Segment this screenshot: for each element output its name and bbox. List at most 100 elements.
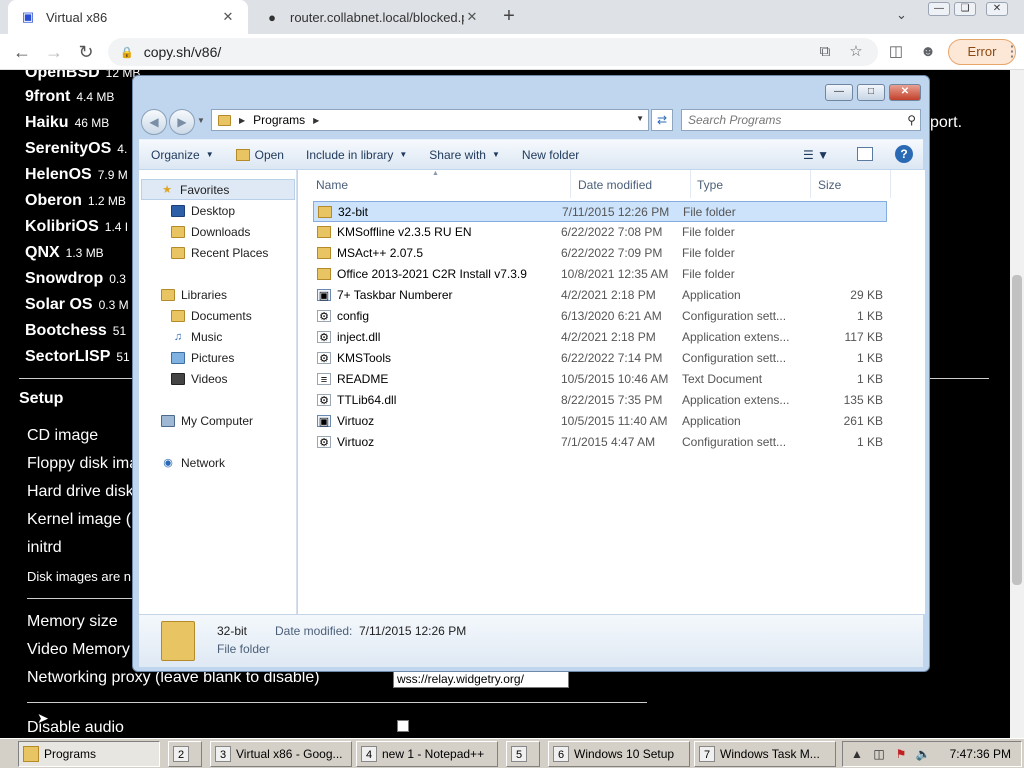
- forward-arrow-icon[interactable]: →: [44, 42, 64, 62]
- os-link[interactable]: Bootchess 51: [25, 322, 126, 340]
- column-divider[interactable]: [810, 170, 811, 198]
- file-row[interactable]: ▣ Virtuoz 10/5/2015 11:40 AM Application 261…: [313, 411, 887, 432]
- setup-label: Hard drive disk: [27, 483, 134, 500]
- close-icon[interactable]: ✕: [464, 9, 480, 25]
- share-icon[interactable]: ⧉: [815, 43, 835, 63]
- back-arrow-icon[interactable]: ◀: [141, 109, 167, 135]
- taskbar-button-2[interactable]: 2: [168, 741, 202, 767]
- file-row[interactable]: MSAct++ 2.07.5 6/22/2022 7:09 PM File fold…: [313, 243, 887, 264]
- os-link[interactable]: SerenityOS 4.: [25, 140, 127, 158]
- volume-icon[interactable]: 🔈: [915, 747, 931, 761]
- os-link[interactable]: Haiku 46 MB: [25, 114, 109, 132]
- column-header-name[interactable]: Name: [316, 178, 348, 192]
- nav-downloads[interactable]: Downloads: [171, 225, 250, 239]
- clock[interactable]: 7:47:36 PM: [950, 747, 1011, 761]
- column-header-size[interactable]: Size: [818, 178, 841, 192]
- file-row[interactable]: ⚙ TTLib64.dll 8/22/2015 7:35 PM Application…: [313, 390, 887, 411]
- search-icon[interactable]: ⚲: [907, 110, 916, 130]
- os-link[interactable]: 9front 4.4 MB: [25, 88, 114, 106]
- star-icon[interactable]: ☆: [846, 43, 866, 63]
- nav-pictures[interactable]: Pictures: [171, 351, 234, 365]
- new-tab-button[interactable]: +: [498, 6, 520, 28]
- chevron-down-icon[interactable]: ▼: [636, 114, 644, 123]
- forward-arrow-icon[interactable]: ▶: [169, 109, 195, 135]
- recent-pages-chevron-icon[interactable]: ▼: [197, 116, 205, 125]
- taskbar-button-task-manager[interactable]: 7 Windows Task M...: [694, 741, 836, 767]
- breadcrumb[interactable]: Programs: [253, 113, 305, 127]
- view-options-icon[interactable]: ☰ ▼: [803, 148, 829, 162]
- profile-icon[interactable]: ☻: [918, 43, 938, 63]
- taskbar-button-chrome[interactable]: 3 Virtual x86 - Goog...: [210, 741, 352, 767]
- close-icon[interactable]: ✕: [220, 9, 236, 25]
- nav-documents[interactable]: Documents: [171, 309, 252, 323]
- column-header-type[interactable]: Type: [697, 178, 723, 192]
- file-row[interactable]: ▣ 7+ Taskbar Numberer 4/2/2021 2:18 PM Appl…: [313, 285, 887, 306]
- os-link[interactable]: KolibriOS 1.4 I: [25, 218, 128, 236]
- reload-icon[interactable]: ↻: [76, 42, 96, 62]
- refresh-icon[interactable]: ⇄: [651, 109, 673, 131]
- minimize-button[interactable]: —: [928, 2, 950, 16]
- taskbar-button-programs[interactable]: Programs: [18, 741, 160, 767]
- network-tray-icon[interactable]: ◫: [871, 747, 887, 761]
- disable-audio-checkbox[interactable]: [397, 720, 409, 732]
- explorer-address-bar[interactable]: ▶ Programs ▶ ▼: [211, 109, 649, 131]
- column-divider[interactable]: [570, 170, 571, 198]
- taskbar-button-firefox[interactable]: 5: [506, 741, 540, 767]
- file-row[interactable]: ⚙ KMSTools 6/22/2022 7:14 PM Configuration …: [313, 348, 887, 369]
- nav-network[interactable]: ◉ Network: [161, 456, 225, 470]
- column-divider[interactable]: [690, 170, 691, 198]
- minimize-button[interactable]: —: [825, 84, 853, 101]
- close-window-button[interactable]: ✕: [986, 2, 1008, 16]
- search-input[interactable]: Search Programs ⚲: [681, 109, 921, 131]
- open-button[interactable]: Open: [224, 148, 294, 162]
- action-center-icon[interactable]: ⚑: [893, 747, 909, 761]
- back-arrow-icon[interactable]: ←: [12, 42, 32, 62]
- os-link[interactable]: Oberon 1.2 MB: [25, 192, 126, 210]
- nav-libraries[interactable]: Libraries: [161, 288, 227, 302]
- address-bar[interactable]: 🔒 copy.sh/v86/: [108, 38, 878, 66]
- os-link[interactable]: Snowdrop 0.3: [25, 270, 126, 288]
- organize-button[interactable]: Organize ▼: [139, 148, 224, 162]
- scrollbar-thumb[interactable]: [1012, 275, 1022, 585]
- help-icon[interactable]: ?: [895, 145, 913, 163]
- column-header-date[interactable]: Date modified: [578, 178, 652, 192]
- chevron-right-icon[interactable]: ▶: [239, 116, 245, 125]
- file-row[interactable]: ⚙ inject.dll 4/2/2021 2:18 PM Application e…: [313, 327, 887, 348]
- file-row[interactable]: ≡ README 10/5/2015 10:46 AM Text Document 1 …: [313, 369, 887, 390]
- nav-recent-places[interactable]: Recent Places: [171, 246, 268, 260]
- restore-button[interactable]: ❏: [954, 2, 976, 16]
- nav-music[interactable]: ♫ Music: [171, 330, 222, 344]
- chevron-down-icon[interactable]: ⌄: [896, 7, 907, 23]
- side-panel-icon[interactable]: ◫: [886, 43, 906, 63]
- file-row[interactable]: ⚙ config 6/13/2020 6:21 AM Configuration se…: [313, 306, 887, 327]
- os-link[interactable]: HelenOS 7.9 M: [25, 166, 128, 184]
- os-link[interactable]: Solar OS 0.3 M: [25, 296, 129, 314]
- os-link[interactable]: OpenBSD 12 MB: [25, 70, 140, 82]
- file-row[interactable]: KMSoffline v2.3.5 RU EN 6/22/2022 7:08 PM…: [313, 222, 887, 243]
- tab-virtual-x86[interactable]: ▣ Virtual x86 ✕: [8, 0, 248, 34]
- os-link[interactable]: SectorLISP 51: [25, 348, 130, 366]
- chevron-right-icon[interactable]: ▶: [313, 116, 319, 125]
- preview-pane-icon[interactable]: [857, 147, 873, 161]
- menu-dots-icon[interactable]: ⋮: [1002, 43, 1022, 63]
- taskbar-button-windows-setup[interactable]: 6 Windows 10 Setup: [548, 741, 690, 767]
- file-row[interactable]: ⚙ Virtuoz 7/1/2015 4:47 AM Configuration se…: [313, 432, 887, 453]
- column-divider[interactable]: [890, 170, 891, 198]
- os-link[interactable]: QNX 1.3 MB: [25, 244, 104, 262]
- nav-favorites[interactable]: ★ Favorites: [141, 179, 295, 200]
- file-row[interactable]: 32-bit 7/11/2015 12:26 PM File folder: [313, 201, 887, 222]
- close-window-button[interactable]: ✕: [889, 84, 921, 101]
- tray-expand-icon[interactable]: ▲: [849, 747, 865, 761]
- include-in-library-button[interactable]: Include in library ▼: [294, 148, 417, 162]
- tab-router-blocked[interactable]: ● router.collabnet.local/blocked.ph ✕: [252, 0, 492, 34]
- nav-videos[interactable]: Videos: [171, 372, 227, 386]
- share-with-button[interactable]: Share with ▼: [417, 148, 510, 162]
- new-folder-button[interactable]: New folder: [510, 148, 589, 162]
- page-scrollbar[interactable]: [1010, 70, 1024, 738]
- networking-proxy-input[interactable]: wss://relay.widgetry.org/: [393, 670, 569, 688]
- nav-desktop[interactable]: Desktop: [171, 204, 235, 218]
- nav-my-computer[interactable]: My Computer: [161, 414, 253, 428]
- taskbar-button-notepad[interactable]: 4 new 1 - Notepad++: [356, 741, 498, 767]
- maximize-button[interactable]: □: [857, 84, 885, 101]
- file-row[interactable]: Office 2013-2021 C2R Install v7.3.9 10/8/…: [313, 264, 887, 285]
